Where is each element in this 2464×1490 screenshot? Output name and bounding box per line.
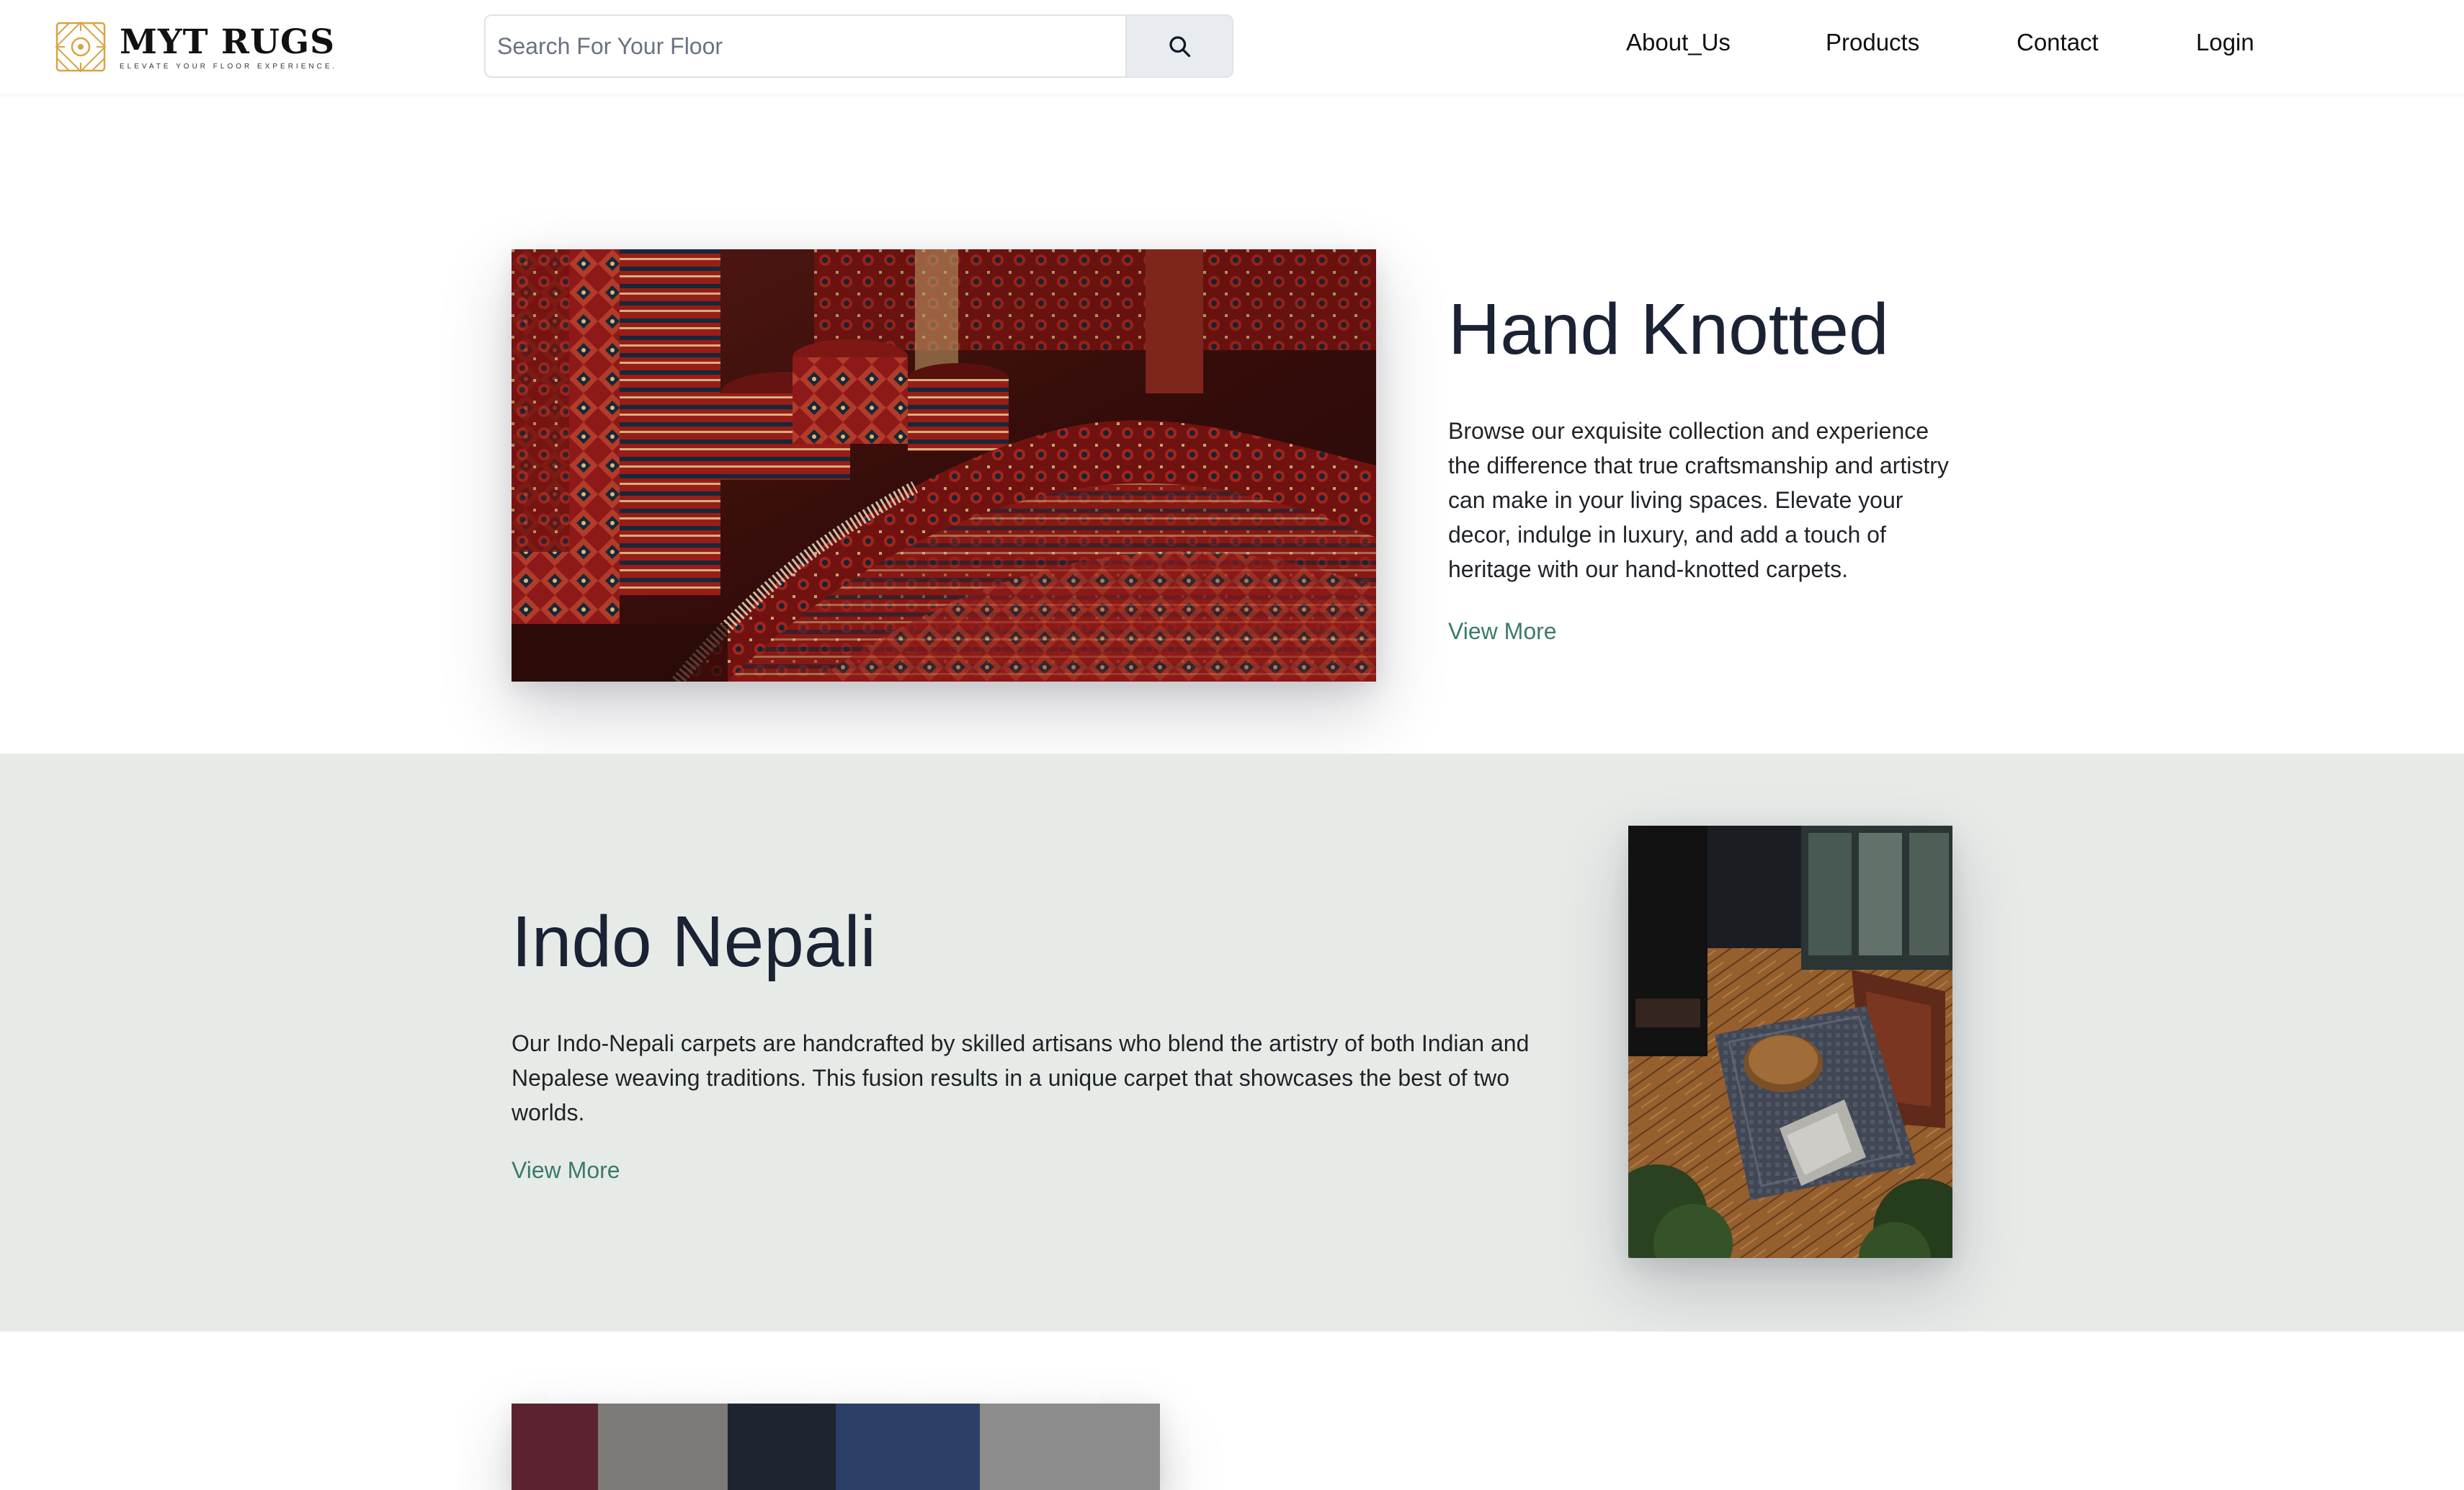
nav-about-us[interactable]: About_Us [1626, 29, 1731, 56]
hand-knotted-description: Browse our exquisite collection and expe… [1448, 418, 1949, 582]
nav-products[interactable]: Products [1826, 29, 1919, 56]
indo-nepali-description: Our Indo-Nepali carpets are handcrafted … [512, 1030, 1530, 1125]
indo-nepali-title: Indo Nepali [512, 901, 876, 982]
indo-nepali-section: Indo Nepali Our Indo-Nepali carpets are … [0, 754, 2464, 1331]
main-nav: About_Us Products Contact Login [0, 0, 2464, 91]
navbar: MYT RUGS ELEVATE YOUR FLOOR EXPERIENCE. … [0, 0, 2464, 94]
hand-knotted-view-more-link[interactable]: View More [1448, 618, 1557, 645]
rug-collection-section [0, 1331, 2464, 1490]
living-room-rug-photo [1628, 826, 1952, 1258]
hand-knotted-section: Hand Knotted Browse our exquisite collec… [0, 94, 2464, 754]
rug-collection-photo [512, 1404, 1160, 1490]
nav-contact[interactable]: Contact [2017, 29, 2099, 56]
indo-nepali-view-more-link[interactable]: View More [512, 1157, 620, 1184]
red-persian-rugs-photo [512, 249, 1376, 682]
hand-knotted-title: Hand Knotted [1448, 289, 1889, 370]
nav-login[interactable]: Login [2196, 29, 2254, 56]
